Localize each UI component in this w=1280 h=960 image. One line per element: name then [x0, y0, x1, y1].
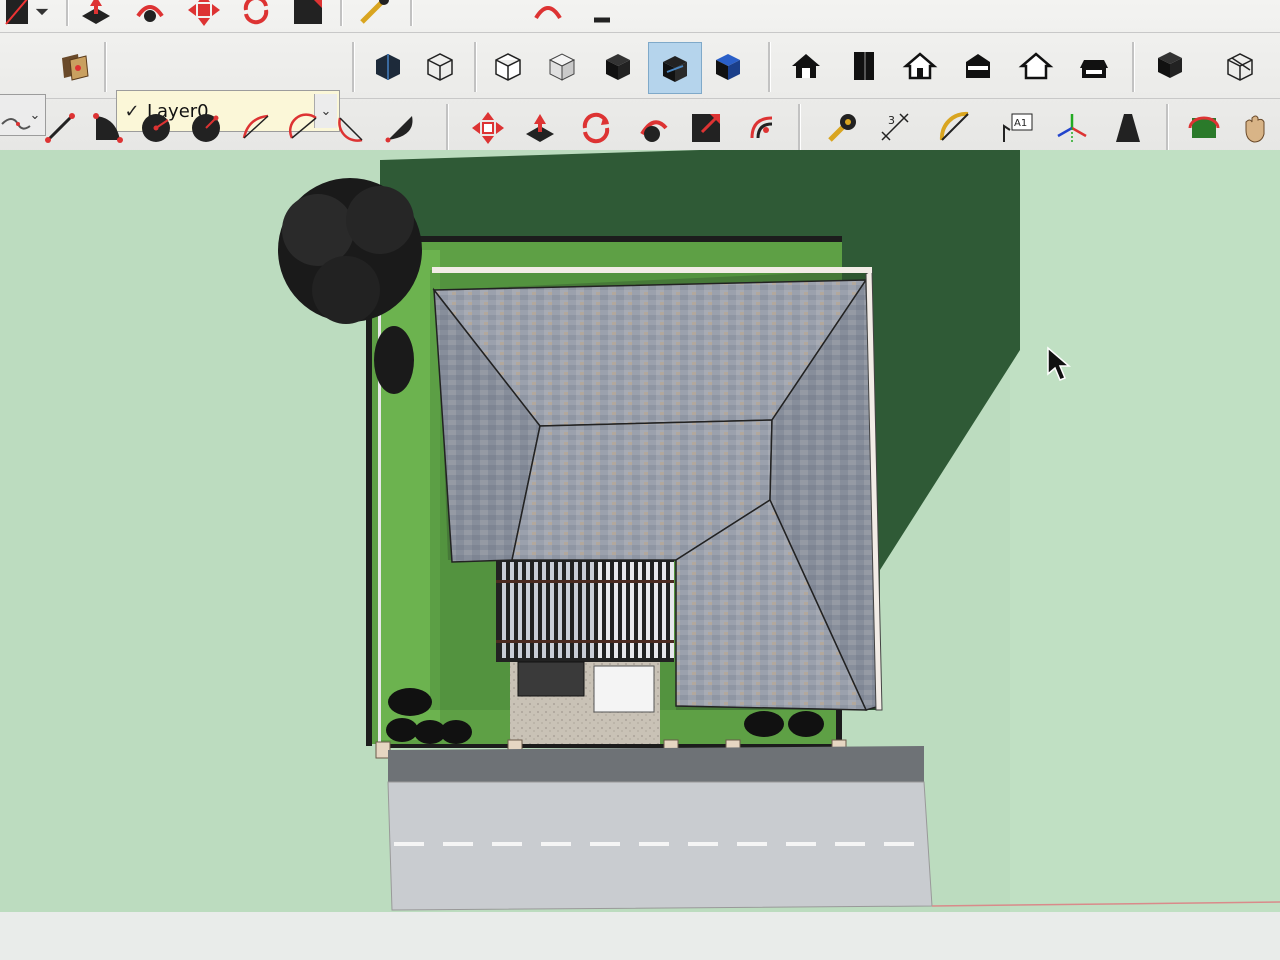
protractor-tool-icon[interactable] [934, 106, 978, 150]
pergola-slat [566, 562, 570, 658]
xray-style-icon[interactable] [366, 44, 410, 88]
move-tool-icon[interactable] [466, 106, 510, 150]
pergola-slat [654, 562, 658, 658]
tape-measure-icon[interactable] [352, 0, 396, 32]
rotate-tool-icon[interactable] [574, 106, 618, 150]
sidewalk [388, 746, 924, 782]
carport-box [593, 665, 655, 713]
lane-dash [737, 842, 767, 846]
arc-tool-icon[interactable] [234, 106, 278, 150]
car [517, 661, 585, 697]
left-view-icon[interactable] [1072, 44, 1116, 88]
status-bar [0, 912, 1280, 960]
shaded-with-textures-style-icon[interactable] [596, 44, 640, 88]
dimension-tool-icon[interactable]: 3 [874, 106, 918, 150]
follow-me-tool-icon[interactable] [632, 106, 676, 150]
layer-manager-icon[interactable] [52, 44, 96, 88]
model-viewport[interactable] [0, 150, 1280, 920]
rotate-tool-icon[interactable] [234, 0, 278, 32]
back-view-icon[interactable] [1014, 44, 1058, 88]
pergola-slat [534, 562, 538, 658]
orbit-tool-icon[interactable] [526, 0, 570, 32]
lane-dash [443, 842, 473, 846]
lane-dash [639, 842, 669, 846]
scale-tool-icon[interactable] [684, 106, 728, 150]
porch-pergola [496, 560, 674, 662]
line-tool-icon[interactable] [38, 106, 82, 150]
pergola-slat [630, 562, 634, 658]
fence-back [372, 236, 842, 242]
toolbar-row-1 [0, 0, 1280, 33]
lane-dash [688, 842, 718, 846]
pergola-slat [662, 562, 666, 658]
chevron-down-icon[interactable] [28, 0, 56, 34]
pergola-slat [670, 562, 674, 658]
pergola-slat [646, 562, 650, 658]
move-tool-icon[interactable] [182, 0, 226, 32]
pergola-slat [582, 562, 586, 658]
lane-dash [884, 842, 914, 846]
hidden-line-style-icon[interactable] [486, 44, 530, 88]
polygon-tool-icon[interactable] [184, 106, 228, 150]
shaded-style-icon[interactable] [540, 44, 584, 88]
iso-view-icon[interactable] [784, 44, 828, 88]
pergola-slat [622, 562, 626, 658]
pergola-slat [558, 562, 562, 658]
sketchup-window: ⌄ ✓ Layer0 ⌄ 3 A1 [0, 0, 1280, 960]
walk-tool-icon[interactable] [580, 0, 624, 32]
pergola-slat [510, 562, 514, 658]
pan-tool-icon[interactable] [1234, 106, 1278, 150]
svg-text:A1: A1 [1014, 118, 1027, 129]
pie-tool-icon[interactable] [378, 106, 422, 150]
pergola-slat [606, 562, 610, 658]
pergola-slat [542, 562, 546, 658]
tape-measure-icon[interactable] [820, 106, 864, 150]
monochrome-style-icon[interactable] [648, 42, 702, 94]
scale-tool-icon[interactable] [286, 0, 330, 32]
two-point-arc-icon[interactable] [282, 106, 326, 150]
freehand-tool-icon[interactable] [0, 106, 38, 150]
top-view-icon[interactable] [842, 44, 886, 88]
lane-dash [492, 842, 522, 846]
lane-dash [590, 842, 620, 846]
pergola-slat [598, 562, 602, 658]
pergola-slat [638, 562, 642, 658]
pergola-slat [574, 562, 578, 658]
toolbar-row-2: ⌄ ✓ Layer0 ⌄ [0, 36, 1280, 136]
components-icon[interactable] [1148, 44, 1192, 88]
wireframe-style-icon[interactable] [418, 44, 462, 88]
orbit-tool-icon[interactable] [1182, 106, 1226, 150]
lane-dash [541, 842, 571, 846]
lane-dash [394, 842, 424, 846]
section-plane-icon[interactable] [1218, 44, 1262, 88]
pergola-slat [518, 562, 522, 658]
lane-dash [786, 842, 816, 846]
lane-markings [394, 842, 914, 846]
push-pull-tool-icon[interactable] [74, 0, 118, 32]
3d-text-tool-icon[interactable] [1106, 106, 1150, 150]
pergola-slat [526, 562, 530, 658]
pergola-slat [502, 562, 506, 658]
circle-tool-icon[interactable] [134, 106, 178, 150]
pergola-slat [590, 562, 594, 658]
front-view-icon[interactable] [898, 44, 942, 88]
axes-tool-icon[interactable] [1050, 106, 1094, 150]
follow-me-tool-icon[interactable] [128, 0, 172, 32]
pergola-slat [614, 562, 618, 658]
pergola-slat [550, 562, 554, 658]
offset-tool-icon[interactable] [740, 106, 784, 150]
shaded-blue-style-icon[interactable] [706, 44, 750, 88]
lane-dash [835, 842, 865, 846]
svg-text:3: 3 [888, 114, 895, 127]
text-tool-icon[interactable]: A1 [994, 106, 1038, 150]
right-view-icon[interactable] [956, 44, 1000, 88]
push-pull-tool-icon[interactable] [518, 106, 562, 150]
three-point-arc-icon[interactable] [330, 106, 374, 150]
mouse-cursor-icon [1047, 346, 1072, 381]
rectangle-tool-icon[interactable] [86, 106, 130, 150]
top-view-scene [0, 150, 1280, 920]
